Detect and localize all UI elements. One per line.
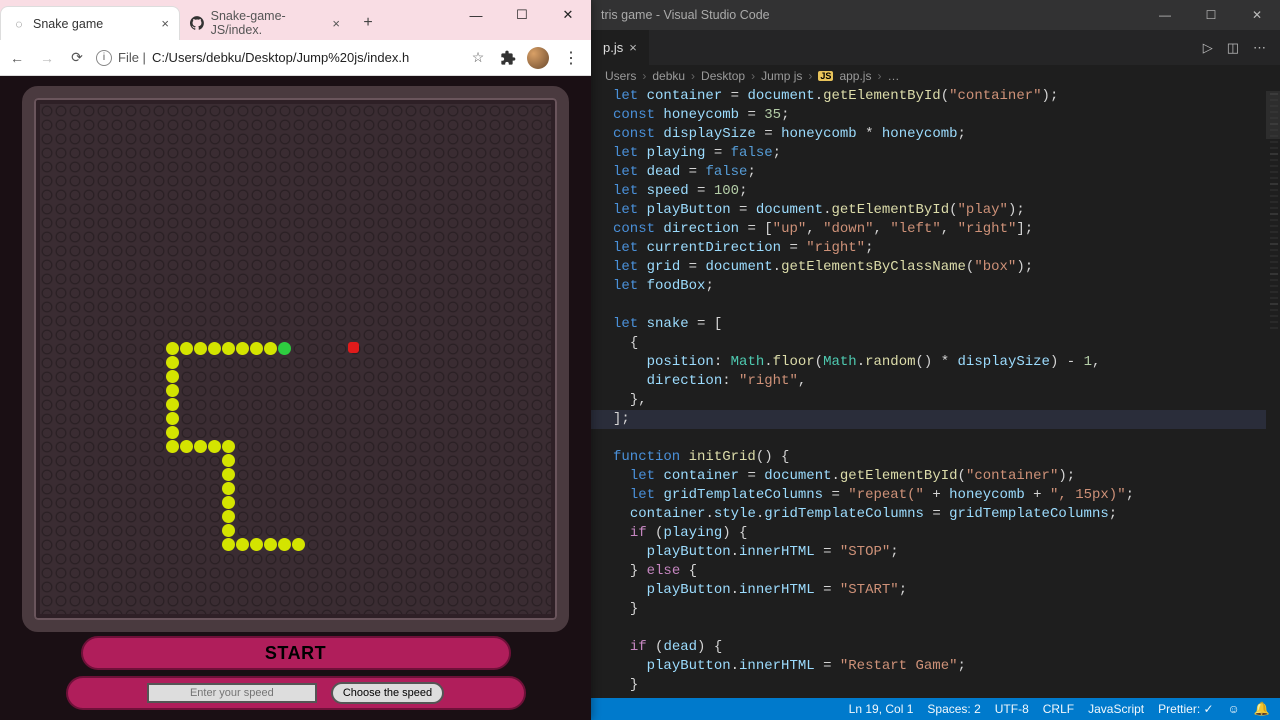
snake-cell (222, 538, 235, 551)
browser-tab-inactive[interactable]: Snake-game-JS/index. × (180, 6, 350, 40)
food-cell (348, 342, 359, 353)
snake-cell (166, 384, 179, 397)
url-text: C:/Users/debku/Desktop/Jump%20js/index.h (152, 50, 409, 65)
status-eol[interactable]: CRLF (1043, 702, 1074, 716)
profile-avatar[interactable] (527, 47, 549, 69)
snake-cell (264, 342, 277, 355)
status-spaces[interactable]: Spaces: 2 (927, 702, 980, 716)
split-editor-icon[interactable]: ◫ (1227, 40, 1239, 56)
snake-cell (166, 370, 179, 383)
snake-cell (222, 454, 235, 467)
snake-cell (222, 468, 235, 481)
minimize-button[interactable]: — (453, 0, 499, 30)
game-board[interactable] (40, 104, 551, 614)
choose-speed-button[interactable]: Choose the speed (331, 682, 444, 704)
vscode-window: tris game - Visual Studio Code — ☐ ✕ p.j… (591, 0, 1280, 720)
snake-cell (208, 440, 221, 453)
snake-cell (236, 342, 249, 355)
snake-cell (222, 524, 235, 537)
snake-cell (222, 510, 235, 523)
back-button[interactable]: ← (6, 47, 28, 69)
js-file-icon: JS (818, 71, 833, 81)
minimize-button[interactable]: — (1142, 0, 1188, 30)
run-icon[interactable]: ▷ (1203, 40, 1213, 56)
reload-button[interactable]: ⟳ (66, 47, 88, 69)
snake-cell (222, 440, 235, 453)
code-editor[interactable]: let container = document.getElementById(… (591, 87, 1280, 698)
snake-cell (222, 482, 235, 495)
maximize-button[interactable]: ☐ (1188, 0, 1234, 30)
snake-cell (166, 356, 179, 369)
snake-cell (180, 342, 193, 355)
vscode-tab-bar: p.js × ▷ ◫ ⋯ (591, 30, 1280, 65)
game-controls: START Choose the speed (22, 636, 569, 720)
snake-cell (222, 496, 235, 509)
chrome-window: ◌ Snake game × Snake-game-JS/index. × + … (0, 0, 591, 720)
speed-panel: Choose the speed (66, 676, 526, 710)
minimap[interactable] (1266, 87, 1280, 698)
address-bar-row: ← → ⟳ i File | C:/Users/debku/Desktop/Ju… (0, 40, 591, 76)
maximize-button[interactable]: ☐ (499, 0, 545, 30)
status-bar: Ln 19, Col 1 Spaces: 2 UTF-8 CRLF JavaSc… (591, 698, 1280, 720)
snake-cell (194, 440, 207, 453)
status-language[interactable]: JavaScript (1088, 702, 1144, 716)
github-icon (190, 15, 205, 31)
window-controls: — ☐ ✕ (453, 0, 591, 30)
snake-cell (166, 342, 179, 355)
browser-tab-active[interactable]: ◌ Snake game × (0, 6, 180, 40)
status-encoding[interactable]: UTF-8 (995, 702, 1029, 716)
snake-cell (250, 342, 263, 355)
breadcrumb[interactable]: Users› debku› Desktop› Jump js› JS app.j… (591, 65, 1280, 87)
snake-cell (278, 538, 291, 551)
url-prefix: File | (118, 50, 146, 65)
vscode-window-controls: — ☐ ✕ (1142, 0, 1280, 30)
editor-tab[interactable]: p.js × (591, 30, 649, 65)
start-button[interactable]: START (81, 636, 511, 670)
snake-cell (166, 398, 179, 411)
snake-cell (166, 440, 179, 453)
snake-cell (208, 342, 221, 355)
extensions-icon[interactable] (497, 47, 519, 69)
new-tab-button[interactable]: + (354, 9, 382, 37)
more-icon[interactable]: ⋯ (1253, 40, 1266, 56)
snake-cell (166, 412, 179, 425)
tab-title: Snake game (33, 17, 103, 31)
forward-button[interactable]: → (36, 47, 58, 69)
snake-cell (264, 538, 277, 551)
chrome-menu-button[interactable]: ⋮ (557, 48, 585, 68)
close-window-button[interactable]: ✕ (1234, 0, 1280, 30)
site-info-icon[interactable]: i (96, 50, 112, 66)
tab-label: p.js (603, 40, 623, 55)
close-icon[interactable]: × (629, 40, 637, 55)
snake-cell (180, 440, 193, 453)
close-window-button[interactable]: ✕ (545, 0, 591, 30)
close-icon[interactable]: × (332, 16, 340, 31)
bell-icon[interactable]: 🔔 (1254, 701, 1270, 717)
vscode-titlebar: tris game - Visual Studio Code — ☐ ✕ (591, 0, 1280, 30)
game-board-frame (22, 86, 569, 632)
status-formatter[interactable]: Prettier: ✓ (1158, 702, 1213, 716)
address-bar[interactable]: i File | C:/Users/debku/Desktop/Jump%20j… (96, 50, 459, 66)
status-line[interactable]: Ln 19, Col 1 (849, 702, 914, 716)
snake-head (278, 342, 291, 355)
snake-cell (166, 426, 179, 439)
snake-cell (222, 342, 235, 355)
snake-cell (236, 538, 249, 551)
bookmark-icon[interactable]: ☆ (467, 47, 489, 69)
snake-cell (194, 342, 207, 355)
snake-cell (292, 538, 305, 551)
chrome-tabstrip: ◌ Snake game × Snake-game-JS/index. × + … (0, 0, 591, 40)
close-icon[interactable]: × (161, 16, 169, 31)
speed-input[interactable] (147, 683, 317, 703)
snake-game-page: START Choose the speed (0, 76, 591, 720)
tab-title: Snake-game-JS/index. (211, 9, 327, 37)
feedback-icon[interactable]: ☺ (1228, 702, 1240, 716)
globe-icon: ◌ (11, 16, 27, 32)
snake-cell (250, 538, 263, 551)
